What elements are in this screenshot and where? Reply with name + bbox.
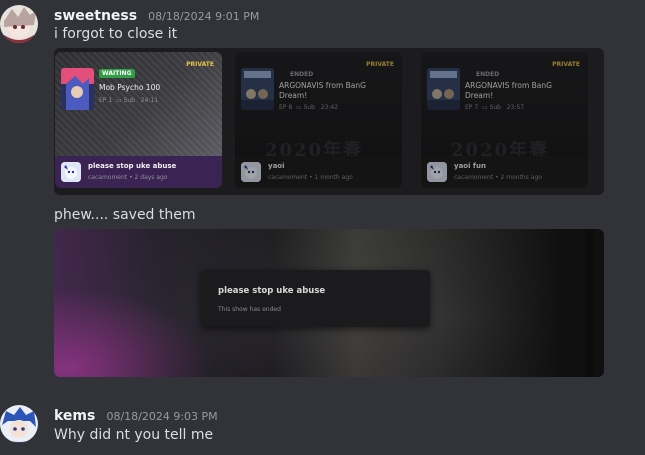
episode-meta: EP 1 ▭ Sub 24:11 — [99, 97, 159, 104]
subtitles-icon: ▭ — [115, 97, 122, 104]
dialog-title: please stop uke abuse — [218, 286, 326, 296]
room-card[interactable]: ENDED PRIVATE ARGONAVIS from BanG Dream!… — [421, 52, 588, 188]
user-avatar[interactable] — [0, 405, 38, 443]
room-card[interactable]: ENDED PRIVATE ARGONAVIS from BanG Dream!… — [235, 52, 402, 188]
timestamp: 08/18/2024 9:01 PM — [148, 10, 260, 23]
room-card[interactable]: WAITING PRIVATE Mob Psycho 100 EP 1 ▭ Su… — [55, 52, 222, 188]
room-avatar — [61, 162, 81, 182]
username[interactable]: kems — [54, 408, 95, 424]
anime-title: Mob Psycho 100 — [99, 83, 161, 92]
dialog-subtitle: This show has ended — [218, 306, 281, 313]
room-title: please stop uke abuse — [88, 162, 177, 170]
message-text: i forgot to close it — [54, 26, 178, 42]
room-cards-embed[interactable]: WAITING PRIVATE Mob Psycho 100 EP 1 ▭ Su… — [54, 48, 604, 195]
room-subtitle: cacamoment • 2 days ago — [88, 174, 168, 181]
user-avatar[interactable] — [0, 5, 38, 43]
show-ended-dialog: please stop uke abuse This show has ende… — [201, 270, 430, 327]
message-text: phew.... saved them — [54, 207, 196, 223]
message-text: Why did nt you tell me — [54, 427, 214, 443]
timestamp: 08/18/2024 9:03 PM — [106, 410, 218, 423]
status-badge: WAITING — [99, 69, 135, 78]
anime-thumbnail — [61, 68, 94, 110]
username[interactable]: sweetness — [54, 8, 137, 24]
screenshot-embed[interactable]: please stop uke abuse This show has ende… — [54, 229, 604, 377]
private-label: PRIVATE — [186, 61, 214, 68]
